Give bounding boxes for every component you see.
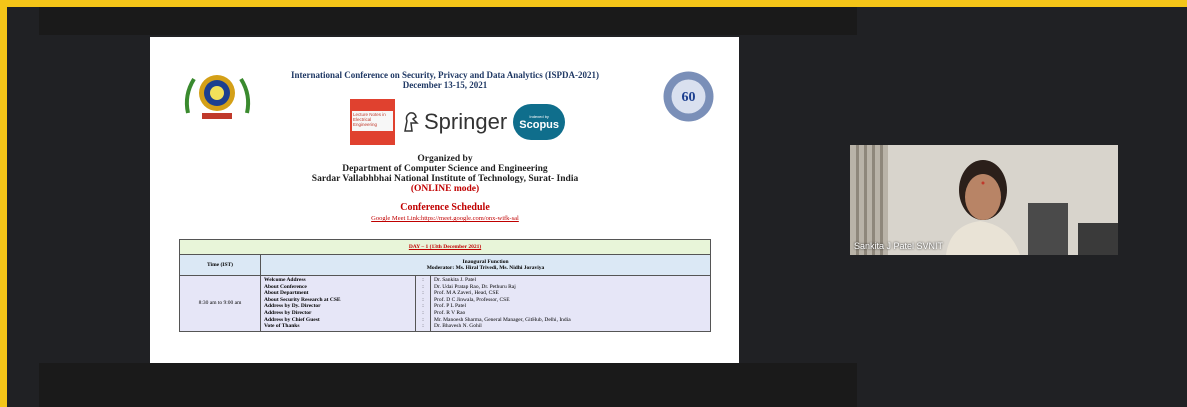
lnee-book-cover: Lecture Notes in Electrical Engineering <box>350 99 395 145</box>
day-label: DAY – 1 (13th December 2021) <box>179 239 711 255</box>
institute-name: Sardar Vallabhbhai National Institute of… <box>311 174 579 184</box>
moderator-label: Moderator: Ms. Hiral Trivedi, Ms. Nidhi … <box>426 265 545 271</box>
list-item: Dr. Bhavesh N. Gohil <box>434 323 482 330</box>
lnee-label: Lecture Notes in Electrical Engineering <box>352 111 393 131</box>
organizer-block: Organized by Department of Computer Scie… <box>240 154 650 194</box>
top-letterbox <box>39 7 857 35</box>
list-item: Prof. P L Patel <box>434 303 466 310</box>
agenda-items: Welcome Address About Conference About D… <box>260 275 416 332</box>
list-item: About Department <box>264 290 309 297</box>
list-item: Prof. D C Jinwala, Professor, CSE <box>434 296 510 303</box>
list-item: Welcome Address <box>264 277 306 283</box>
day-row: DAY – 1 (13th December 2021) <box>179 239 711 255</box>
organized-by: Organized by <box>417 154 473 164</box>
list-item: Address by Chief Guest <box>264 316 320 323</box>
mode-label: (ONLINE mode) <box>410 184 480 194</box>
separator-column: :::::::: <box>415 275 431 332</box>
header-row: Time (IST) Inaugural Function Moderator:… <box>179 254 711 276</box>
conference-title-block: International Conference on Security, Pr… <box>260 70 630 90</box>
table-row: 8:30 am to 9:00 am Welcome Address About… <box>179 275 711 332</box>
meeting-stage: International Conference on Security, Pr… <box>7 7 1187 407</box>
anniversary-logo-icon: 60 <box>655 69 722 124</box>
schedule-table: DAY – 1 (13th December 2021) Time (IST) … <box>179 239 711 332</box>
svg-text:60: 60 <box>682 90 696 105</box>
springer-label: Springer <box>424 109 508 134</box>
list-item: Prof. M A Zaveri, Head, CSE <box>434 290 499 297</box>
list-item: About Conference <box>264 283 307 290</box>
list-item: Vote of Thanks <box>264 323 300 330</box>
publisher-logos: Lecture Notes in Electrical Engineering … <box>350 99 566 145</box>
list-item: Address by Dy. Director <box>264 303 321 310</box>
function-header: Inaugural Function Moderator: Ms. Hiral … <box>260 254 711 276</box>
department-name: Department of Computer Science and Engin… <box>342 164 548 174</box>
springer-logo: Springer <box>401 109 507 135</box>
bottom-letterbox <box>39 363 857 407</box>
list-item: Dr. Sankita J. Patel <box>434 277 477 283</box>
scopus-badge: Indexed by Scopus <box>513 104 566 140</box>
participant-video-tile[interactable]: Sankita J Patel SVNIT <box>850 145 1118 255</box>
list-item: Mr. Manoesh Sharma, General Manager, Git… <box>434 316 571 323</box>
presentation-slide: International Conference on Security, Pr… <box>150 37 739 364</box>
springer-horse-icon <box>404 112 419 132</box>
conference-title: International Conference on Security, Pr… <box>290 70 600 80</box>
list-item: Prof. R V Rao <box>434 309 466 316</box>
agenda-persons: Dr. Sankita J. Patel Dr. Udai Pratap Rao… <box>430 275 711 332</box>
conference-dates: December 13-15, 2021 <box>402 80 488 90</box>
time-value: 8:30 am to 9:00 am <box>179 275 261 332</box>
scopus-label: Scopus <box>519 118 560 131</box>
participant-name: Sankita J Patel SVNIT <box>854 241 944 251</box>
svnit-logo-icon <box>180 67 255 123</box>
meet-link[interactable]: Google Meet Link:https://meet.google.com… <box>240 215 650 222</box>
participant-video-icon <box>850 145 1118 255</box>
schedule-title: Conference Schedule <box>400 202 490 213</box>
list-item: Address by Director <box>264 309 312 316</box>
time-header: Time (IST) <box>179 254 261 276</box>
list-item: About Security Research at CSE <box>264 296 341 303</box>
